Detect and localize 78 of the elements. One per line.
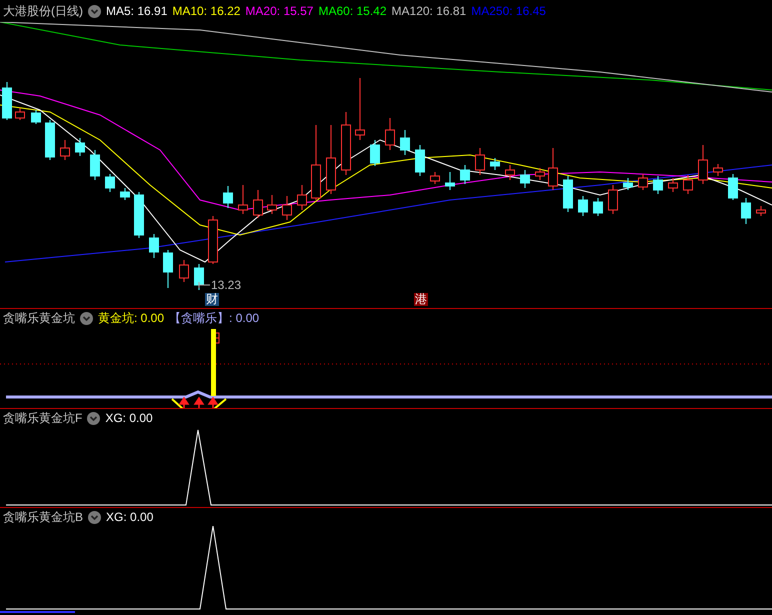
event-tag[interactable]: 港 bbox=[414, 293, 428, 306]
candlestick bbox=[90, 150, 100, 180]
candlestick bbox=[370, 140, 380, 166]
candlestick bbox=[15, 108, 25, 120]
candlestick bbox=[355, 78, 365, 140]
candlestick bbox=[105, 174, 115, 192]
candlestick bbox=[134, 192, 144, 238]
candlestick bbox=[297, 184, 307, 210]
low-price-label: 13.23 bbox=[211, 278, 242, 292]
candlestick bbox=[223, 186, 233, 208]
candlestick bbox=[475, 148, 485, 176]
candlestick bbox=[741, 198, 751, 224]
candlestick bbox=[445, 172, 455, 190]
indicator-value: MA120: 16.81 bbox=[392, 3, 466, 20]
candlestick bbox=[756, 206, 766, 216]
candlestick bbox=[31, 110, 41, 124]
chevron-down-icon[interactable] bbox=[80, 312, 93, 324]
pit-line bbox=[171, 398, 227, 408]
chevron-down-icon[interactable] bbox=[87, 412, 100, 424]
panel-title: 大港股份(日线) bbox=[3, 3, 83, 20]
candlestick bbox=[238, 184, 248, 214]
candlestick bbox=[490, 158, 500, 170]
candlestick bbox=[267, 194, 277, 214]
up-arrow-icon bbox=[208, 396, 218, 408]
indicator-value: 黄金坑: 0.00 bbox=[98, 310, 164, 327]
indicator-value: MA60: 15.42 bbox=[318, 3, 387, 20]
up-arrow-icon bbox=[179, 396, 189, 408]
candlestick bbox=[120, 188, 130, 200]
candlestick bbox=[208, 216, 218, 264]
candlestick bbox=[535, 168, 545, 180]
signal-marker bbox=[216, 332, 220, 344]
candlestick bbox=[415, 144, 425, 176]
candlestick bbox=[326, 124, 336, 194]
candlestick bbox=[149, 234, 159, 258]
panel-title: 贪嘴乐黄金坑 bbox=[3, 310, 75, 327]
candlestick bbox=[179, 260, 189, 282]
candlestick bbox=[593, 198, 603, 216]
candlestick bbox=[578, 196, 588, 216]
candlestick bbox=[505, 164, 515, 180]
candlestick bbox=[400, 130, 410, 156]
candlestick bbox=[2, 82, 12, 120]
indicator-value: MA5: 16.91 bbox=[106, 3, 168, 20]
candlestick bbox=[430, 172, 440, 184]
candlestick bbox=[563, 176, 573, 212]
candlestick bbox=[75, 138, 85, 156]
indicator-value: XG: 0.00 bbox=[105, 410, 153, 427]
panel-title: 贪嘴乐黄金坑B bbox=[3, 509, 84, 526]
event-tag[interactable]: 财 bbox=[205, 293, 219, 306]
candlestick bbox=[385, 118, 395, 150]
candlestick bbox=[194, 264, 204, 290]
indicator-value: XG: 0.00 bbox=[106, 509, 154, 526]
candlestick bbox=[60, 140, 70, 160]
chevron-down-icon[interactable] bbox=[88, 510, 102, 524]
panel-title: 贪嘴乐黄金坑F bbox=[3, 410, 82, 427]
candlestick bbox=[698, 144, 708, 184]
candlestick bbox=[608, 184, 618, 214]
indicator-value: MA10: 16.22 bbox=[172, 3, 240, 20]
candlestick bbox=[623, 178, 633, 190]
candlestick bbox=[341, 112, 351, 176]
indicator-value: MA250: 16.45 bbox=[471, 3, 546, 20]
up-arrow-icon bbox=[194, 396, 204, 408]
candlestick bbox=[282, 196, 292, 220]
indicator-value: MA20: 15.57 bbox=[245, 3, 314, 20]
candlestick bbox=[163, 250, 173, 288]
candlestick bbox=[45, 120, 55, 160]
candlestick bbox=[683, 174, 693, 194]
candlestick bbox=[520, 170, 530, 188]
candlestick bbox=[728, 174, 738, 200]
candlestick bbox=[713, 164, 723, 176]
candlestick bbox=[548, 148, 558, 190]
indicator-value: 【贪嘴乐】: 0.00 bbox=[169, 310, 260, 327]
candlestick bbox=[668, 178, 678, 192]
candlestick bbox=[253, 190, 263, 218]
candlestick bbox=[653, 176, 663, 194]
signal-bar bbox=[211, 329, 216, 396]
chevron-down-icon[interactable] bbox=[88, 4, 101, 18]
candlestick bbox=[460, 164, 470, 184]
candlestick bbox=[638, 174, 648, 190]
